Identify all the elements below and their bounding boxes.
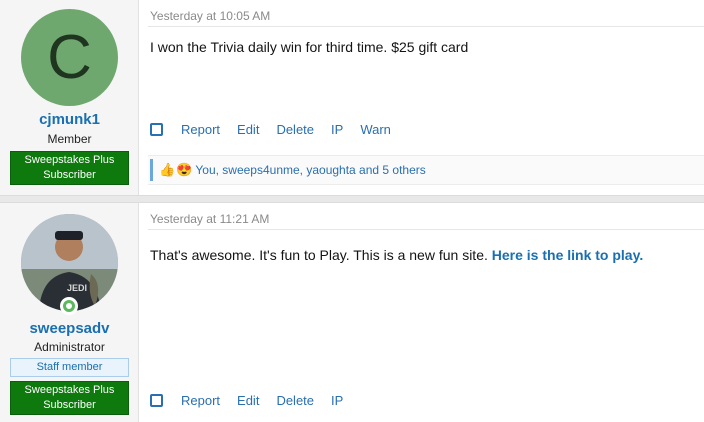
post-actions: Report Edit Delete IP (150, 393, 360, 408)
svg-text:JEDI: JEDI (67, 283, 87, 293)
thumbs-up-icon: 👍 (159, 162, 176, 177)
ip-link[interactable]: IP (331, 122, 343, 137)
post-actions: Report Edit Delete IP Warn (150, 122, 408, 137)
post-date-link[interactable]: Yesterday at 10:05 AM (150, 9, 270, 23)
delete-link[interactable]: Delete (276, 122, 314, 137)
post-user-cell: C cjmunk1 Member Sweepstakes Plus Subscr… (0, 0, 139, 195)
play-link[interactable]: Here is the link to play. (492, 247, 643, 263)
post-separator (0, 195, 704, 203)
post-main: Yesterday at 10:05 AM I won the Trivia d… (139, 0, 704, 195)
post-content: That's awesome. It's fun to Play. This i… (150, 247, 643, 263)
report-link[interactable]: Report (181, 393, 220, 408)
user-title: Administrator (34, 340, 105, 354)
divider (148, 26, 704, 27)
post-content: I won the Trivia daily win for third tim… (150, 39, 469, 55)
edit-link[interactable]: Edit (237, 393, 259, 408)
reactions-list-link[interactable]: You, sweeps4unme, yaoughta and 5 others (195, 163, 425, 177)
post-user-cell: JEDI sweepsadv Administrator Staff membe… (0, 203, 139, 422)
subscriber-banner: Sweepstakes Plus Subscriber (10, 381, 129, 415)
divider (148, 229, 704, 230)
username-link[interactable]: cjmunk1 (0, 111, 139, 128)
post-1: C cjmunk1 Member Sweepstakes Plus Subscr… (0, 0, 704, 195)
post-content-text: That's awesome. It's fun to Play. This i… (150, 247, 488, 263)
staff-banner: Staff member (10, 358, 129, 377)
avatar-letter: C (47, 22, 92, 92)
ip-link[interactable]: IP (331, 393, 343, 408)
avatar[interactable]: C (21, 9, 118, 106)
warn-link[interactable]: Warn (360, 122, 391, 137)
report-link[interactable]: Report (181, 122, 220, 137)
delete-link[interactable]: Delete (276, 393, 314, 408)
reactions-accent (150, 159, 153, 181)
select-checkbox[interactable] (150, 394, 163, 407)
edit-link[interactable]: Edit (237, 122, 259, 137)
heart-eyes-icon: 😍 (176, 162, 193, 177)
select-checkbox[interactable] (150, 123, 163, 136)
reactions-bar[interactable]: 👍 😍 You, sweeps4unme, yaoughta and 5 oth… (148, 155, 704, 185)
post-main: Yesterday at 11:21 AM That's awesome. It… (139, 203, 704, 422)
user-title: Member (47, 132, 92, 146)
post-date-link[interactable]: Yesterday at 11:21 AM (150, 212, 269, 226)
username-link[interactable]: sweepsadv (0, 320, 139, 337)
online-status-icon (60, 297, 78, 315)
subscriber-banner: Sweepstakes Plus Subscriber (10, 151, 129, 185)
post-2: JEDI sweepsadv Administrator Staff membe… (0, 203, 704, 422)
